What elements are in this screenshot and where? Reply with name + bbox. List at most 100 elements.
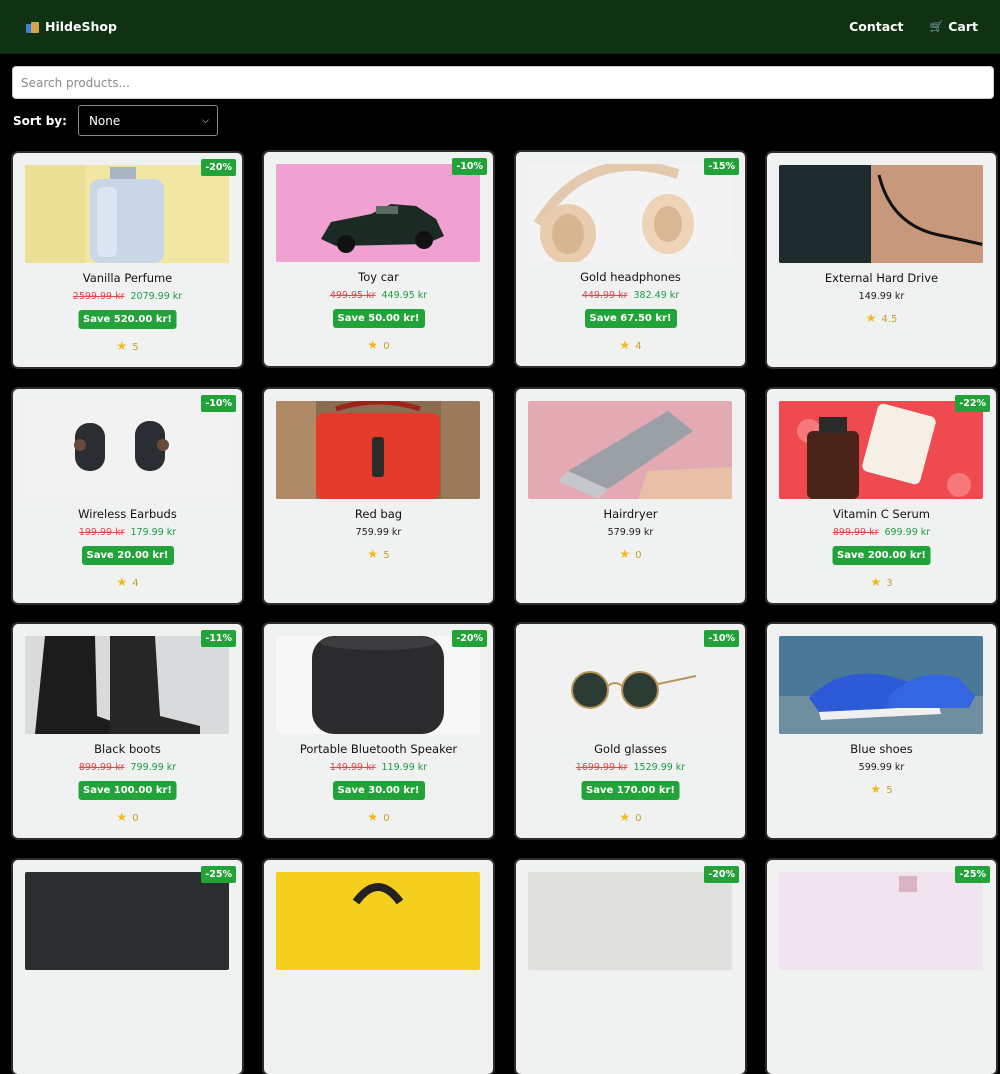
product-prices: 2599.99 kr 2079.99 kr xyxy=(13,291,242,302)
product-card[interactable]: -10% Gold glasses 1699.99 kr 1529.99 kr S… xyxy=(516,624,745,838)
save-badge: Save 50.00 kr! xyxy=(332,309,425,328)
product-name: Black boots xyxy=(94,742,161,756)
product-card[interactable]: Blue shoes 599.99 kr ★ 5 xyxy=(767,624,996,838)
price: 579.99 kr xyxy=(607,527,654,538)
star-icon: ★ xyxy=(116,575,128,589)
old-price: 449.99 kr xyxy=(581,290,628,301)
sale-price: 799.99 kr xyxy=(130,762,177,773)
rating-value: 0 xyxy=(635,813,642,824)
star-icon: ★ xyxy=(619,547,631,561)
product-prices: 499.95 kr 449.95 kr xyxy=(264,290,493,301)
sort-select[interactable]: None ⌵ xyxy=(77,105,218,136)
product-name: Gold headphones xyxy=(580,270,681,284)
sale-price: 179.99 kr xyxy=(130,527,177,538)
cart-icon: 🛒 xyxy=(929,20,944,33)
save-badge: Save 20.00 kr! xyxy=(81,546,174,565)
cart-label: Cart xyxy=(948,19,978,34)
search-input[interactable] xyxy=(12,66,994,99)
product-card[interactable]: -20% Vanilla Perfume 2599.99 kr 2079.99 k… xyxy=(13,153,242,367)
product-image xyxy=(779,872,983,970)
discount-badge: -15% xyxy=(704,158,739,175)
old-price: 499.95 kr xyxy=(329,290,376,301)
shopping-bags-icon xyxy=(26,21,39,33)
rating-value: 0 xyxy=(383,813,390,824)
product-card[interactable]: External Hard Drive 149.99 kr ★ 4.5 xyxy=(767,153,996,367)
rating-value: 0 xyxy=(635,550,642,561)
product-card[interactable]: -10% Wireless Earbuds 199.99 kr 179.99 kr… xyxy=(13,389,242,603)
product-name: Gold glasses xyxy=(594,742,667,756)
product-card[interactable]: -20% xyxy=(516,860,745,1074)
product-card[interactable]: Hairdryer 579.99 kr ★ 0 xyxy=(516,389,745,603)
discount-badge: -10% xyxy=(452,158,487,175)
product-card[interactable]: Red bag 759.99 kr ★ 5 xyxy=(264,389,493,603)
product-prices: 449.99 kr 382.49 kr xyxy=(516,290,745,301)
product-name: External Hard Drive xyxy=(824,271,939,285)
save-badge: Save 170.00 kr! xyxy=(581,781,680,800)
rating: ★ 4.5 xyxy=(767,311,996,325)
save-badge: Save 100.00 kr! xyxy=(78,781,177,800)
product-card[interactable]: -11% Black boots 899.99 kr 799.99 kr Save… xyxy=(13,624,242,838)
navbar: HildeShop Contact 🛒 Cart xyxy=(0,0,1000,54)
rating-value: 3 xyxy=(886,578,893,589)
product-image xyxy=(528,636,732,734)
discount-badge: -25% xyxy=(955,866,990,883)
product-image xyxy=(779,636,983,734)
rating: ★ 0 xyxy=(516,547,745,561)
rating-value: 4 xyxy=(635,341,642,352)
nav-links: Contact 🛒 Cart xyxy=(849,19,978,34)
brand-link[interactable]: HildeShop xyxy=(26,19,117,34)
star-icon: ★ xyxy=(865,311,877,325)
star-icon: ★ xyxy=(116,339,128,353)
product-card[interactable]: -20% Portable Bluetooth Speaker 149.99 k… xyxy=(264,624,493,838)
star-icon: ★ xyxy=(619,338,631,352)
product-card[interactable]: -15% Gold headphones 449.99 kr 382.49 kr … xyxy=(516,152,745,366)
discount-badge: -25% xyxy=(201,866,236,883)
product-name: Blue shoes xyxy=(850,742,913,756)
discount-badge: -22% xyxy=(955,395,990,412)
product-image xyxy=(276,164,480,262)
contact-link[interactable]: Contact xyxy=(849,19,903,34)
product-prices: 1699.99 kr 1529.99 kr xyxy=(516,762,745,773)
product-prices: 579.99 kr xyxy=(516,527,745,538)
old-price: 899.99 kr xyxy=(78,762,125,773)
rating: ★ 0 xyxy=(264,810,493,824)
product-card[interactable]: -25% xyxy=(13,860,242,1074)
rating-value: 0 xyxy=(132,813,139,824)
product-image xyxy=(276,872,480,970)
cart-link[interactable]: 🛒 Cart xyxy=(930,19,978,34)
product-image xyxy=(25,872,229,970)
discount-badge: -20% xyxy=(201,159,236,176)
rating: ★ 5 xyxy=(264,547,493,561)
rating: ★ 4 xyxy=(516,338,745,352)
sale-price: 699.99 kr xyxy=(884,527,931,538)
rating-value: 5 xyxy=(886,785,893,796)
product-card[interactable]: -22% Vitamin C Serum 899.99 kr 699.99 kr … xyxy=(767,389,996,603)
discount-badge: -20% xyxy=(704,866,739,883)
product-image xyxy=(276,636,480,734)
product-prices: 759.99 kr xyxy=(264,527,493,538)
sort-label: Sort by: xyxy=(13,113,67,128)
old-price: 899.99 kr xyxy=(832,527,879,538)
product-prices: 199.99 kr 179.99 kr xyxy=(13,527,242,538)
search-bar xyxy=(0,54,1000,99)
rating: ★ 4 xyxy=(13,575,242,589)
product-name: Portable Bluetooth Speaker xyxy=(299,742,458,756)
product-card[interactable]: -25% xyxy=(767,860,996,1074)
discount-badge: -10% xyxy=(201,395,236,412)
star-icon: ★ xyxy=(870,575,882,589)
product-image xyxy=(779,165,983,263)
old-price: 1699.99 kr xyxy=(575,762,628,773)
old-price: 149.99 kr xyxy=(329,762,376,773)
product-image xyxy=(779,401,983,499)
product-image xyxy=(25,401,229,499)
product-card[interactable] xyxy=(264,860,493,1074)
rating: ★ 5 xyxy=(13,339,242,353)
product-card[interactable]: -10% Toy car 499.95 kr 449.95 kr Save 50.… xyxy=(264,152,493,366)
product-prices: 599.99 kr xyxy=(767,762,996,773)
product-name: Toy car xyxy=(358,270,399,284)
rating-value: 0 xyxy=(383,341,390,352)
save-badge: Save 520.00 kr! xyxy=(78,310,177,329)
product-prices: 149.99 kr xyxy=(767,291,996,302)
price: 759.99 kr xyxy=(355,527,402,538)
discount-badge: -10% xyxy=(704,630,739,647)
